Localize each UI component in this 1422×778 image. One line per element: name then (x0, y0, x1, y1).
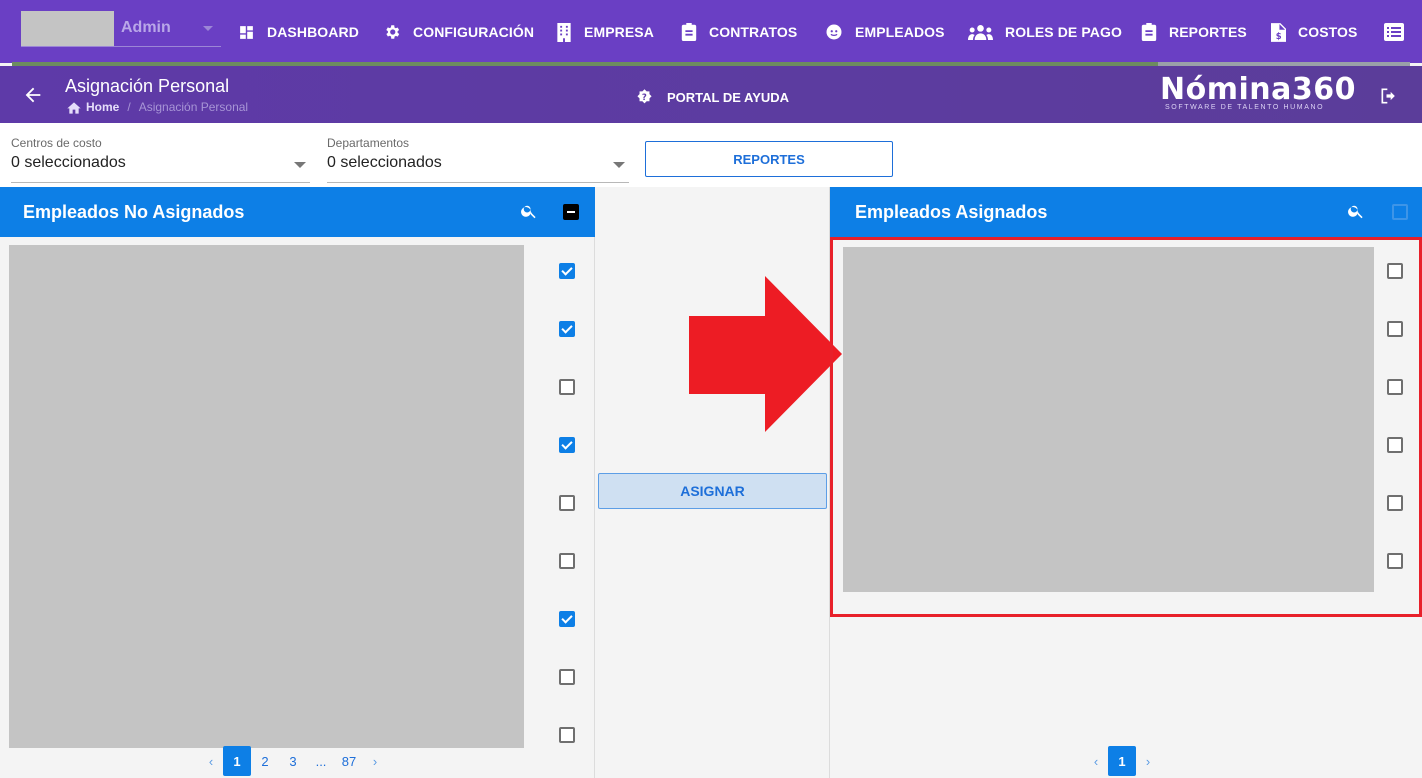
page-1[interactable]: 1 (1108, 746, 1136, 776)
page-ellipsis: ... (315, 753, 327, 769)
page-title: Asignación Personal (65, 76, 230, 96)
invoice-dollar-icon: $ (1271, 22, 1286, 42)
unassigned-employees-list-placeholder (9, 245, 524, 748)
user-name: Admin (121, 19, 171, 36)
select-all-assigned-checkbox[interactable] (1392, 204, 1408, 220)
chevron-right-icon[interactable]: › (363, 746, 387, 776)
nav-costos-label: COSTOS (1298, 24, 1358, 40)
annotation-arrow (689, 276, 842, 432)
search-icon[interactable] (520, 202, 538, 220)
assigned-employees-list-placeholder (843, 247, 1374, 592)
chevron-left-icon[interactable]: ‹ (1084, 746, 1108, 776)
nav-empresa-label: EMPRESA (584, 24, 654, 40)
row-checkbox[interactable] (559, 611, 575, 627)
avatar (21, 11, 114, 46)
people-group-icon (968, 24, 993, 40)
nav-configuracion-label: CONFIGURACIÓN (413, 24, 535, 40)
brand-tagline: SOFTWARE DE TALENTO HUMANO (1165, 104, 1325, 111)
nav-configuracion[interactable]: CONFIGURACIÓN (383, 20, 534, 44)
page-header: Asignación Personal Home / Asignación Pe… (0, 66, 1422, 123)
chevron-down-icon[interactable] (203, 26, 213, 31)
assigned-panel-header: Empleados Asignados (830, 187, 1422, 237)
departments-label: Departamentos (327, 136, 410, 150)
row-checkbox[interactable] (1387, 553, 1403, 569)
chevron-down-icon (294, 162, 306, 168)
svg-text:?: ? (642, 93, 647, 103)
employee-face-icon (826, 24, 842, 40)
page-3[interactable]: 3 (279, 746, 307, 776)
assigned-employees-panel: Empleados Asignados ‹ 1 › (830, 187, 1422, 778)
row-checkbox[interactable] (559, 379, 575, 395)
breadcrumb: Home / Asignación Personal (66, 100, 248, 114)
row-checkbox[interactable] (559, 669, 575, 685)
help-portal-label: PORTAL DE AYUDA (667, 89, 790, 105)
clipboard-icon (681, 23, 697, 41)
nav-reportes-label: REPORTES (1169, 24, 1247, 40)
dashboard-icon (240, 25, 253, 39)
nav-reportes[interactable]: REPORTES (1141, 20, 1247, 44)
nav-costos[interactable]: $ COSTOS (1271, 20, 1357, 44)
unassigned-employees-panel: Empleados No Asignados ‹ 1 2 3 ... 87 › (0, 187, 595, 778)
help-portal-link[interactable]: ? PORTAL DE AYUDA (636, 88, 789, 106)
chevron-right-icon[interactable]: › (1136, 746, 1160, 776)
brand-logo: Nómina360 (1160, 72, 1356, 107)
nav-roles-de-pago[interactable]: ROLES DE PAGO (968, 20, 1122, 44)
nav-empleados[interactable]: EMPLEADOS (825, 20, 945, 44)
cost-centers-label: Centros de costo (11, 136, 102, 150)
cost-centers-select[interactable]: Centros de costo 0 seleccionados (11, 123, 310, 183)
row-checkbox[interactable] (559, 263, 575, 279)
unassigned-panel-title: Empleados No Asignados (23, 202, 245, 222)
nav-dashboard[interactable]: DASHBOARD (238, 20, 359, 44)
page-87[interactable]: 87 (335, 746, 363, 776)
row-checkbox[interactable] (1387, 263, 1403, 279)
assigned-pagination: ‹ 1 › (1084, 746, 1160, 776)
nav-roles-de-pago-label: ROLES DE PAGO (1005, 24, 1122, 40)
unassigned-panel-header: Empleados No Asignados (0, 187, 595, 237)
select-all-unassigned-checkbox[interactable] (563, 204, 579, 220)
unassigned-pagination: ‹ 1 2 3 ... 87 › (199, 746, 387, 776)
row-checkbox[interactable] (559, 495, 575, 511)
nav-contratos[interactable]: CONTRATOS (681, 20, 797, 44)
page-1[interactable]: 1 (223, 746, 251, 776)
departments-select[interactable]: Departamentos 0 seleccionados (327, 123, 629, 183)
gear-icon (386, 25, 400, 39)
assigned-panel-title: Empleados Asignados (855, 202, 1048, 222)
row-checkbox[interactable] (559, 553, 575, 569)
cost-centers-value: 0 seleccionados (11, 154, 126, 171)
nav-dashboard-label: DASHBOARD (267, 24, 359, 40)
row-checkbox[interactable] (559, 437, 575, 453)
top-navigation-bar: Admin DASHBOARD CONFIGURACIÓN EMPRESA CO… (0, 0, 1422, 63)
nav-contratos-label: CONTRATOS (709, 24, 798, 40)
logout-icon[interactable] (1379, 86, 1399, 106)
list-icon (1384, 23, 1404, 41)
search-icon[interactable] (1347, 202, 1365, 220)
breadcrumb-separator: / (127, 100, 131, 114)
report-clipboard-icon (1141, 23, 1157, 41)
row-checkbox[interactable] (559, 321, 575, 337)
help-badge-icon: ? (637, 89, 652, 104)
row-checkbox[interactable] (559, 727, 575, 743)
building-icon (557, 22, 571, 42)
page-2[interactable]: 2 (251, 746, 279, 776)
nav-empleados-label: EMPLEADOS (855, 24, 945, 40)
row-checkbox[interactable] (1387, 321, 1403, 337)
chevron-left-icon[interactable]: ‹ (199, 746, 223, 776)
nav-more[interactable] (1384, 20, 1416, 44)
reports-button[interactable]: REPORTES (645, 141, 893, 177)
svg-text:$: $ (1276, 31, 1282, 41)
breadcrumb-home[interactable]: Home (86, 100, 119, 114)
user-menu[interactable]: Admin (21, 11, 221, 47)
breadcrumb-current: Asignación Personal (138, 100, 249, 114)
chevron-down-icon (613, 162, 625, 168)
home-icon[interactable] (66, 100, 82, 114)
assign-button[interactable]: ASIGNAR (598, 473, 827, 509)
filters-bar: Centros de costo 0 seleccionados Departa… (0, 123, 1422, 187)
departments-value: 0 seleccionados (327, 154, 442, 171)
nav-empresa[interactable]: EMPRESA (556, 20, 654, 44)
row-checkbox[interactable] (1387, 437, 1403, 453)
row-checkbox[interactable] (1387, 495, 1403, 511)
back-arrow-icon[interactable] (22, 84, 44, 106)
row-checkbox[interactable] (1387, 379, 1403, 395)
